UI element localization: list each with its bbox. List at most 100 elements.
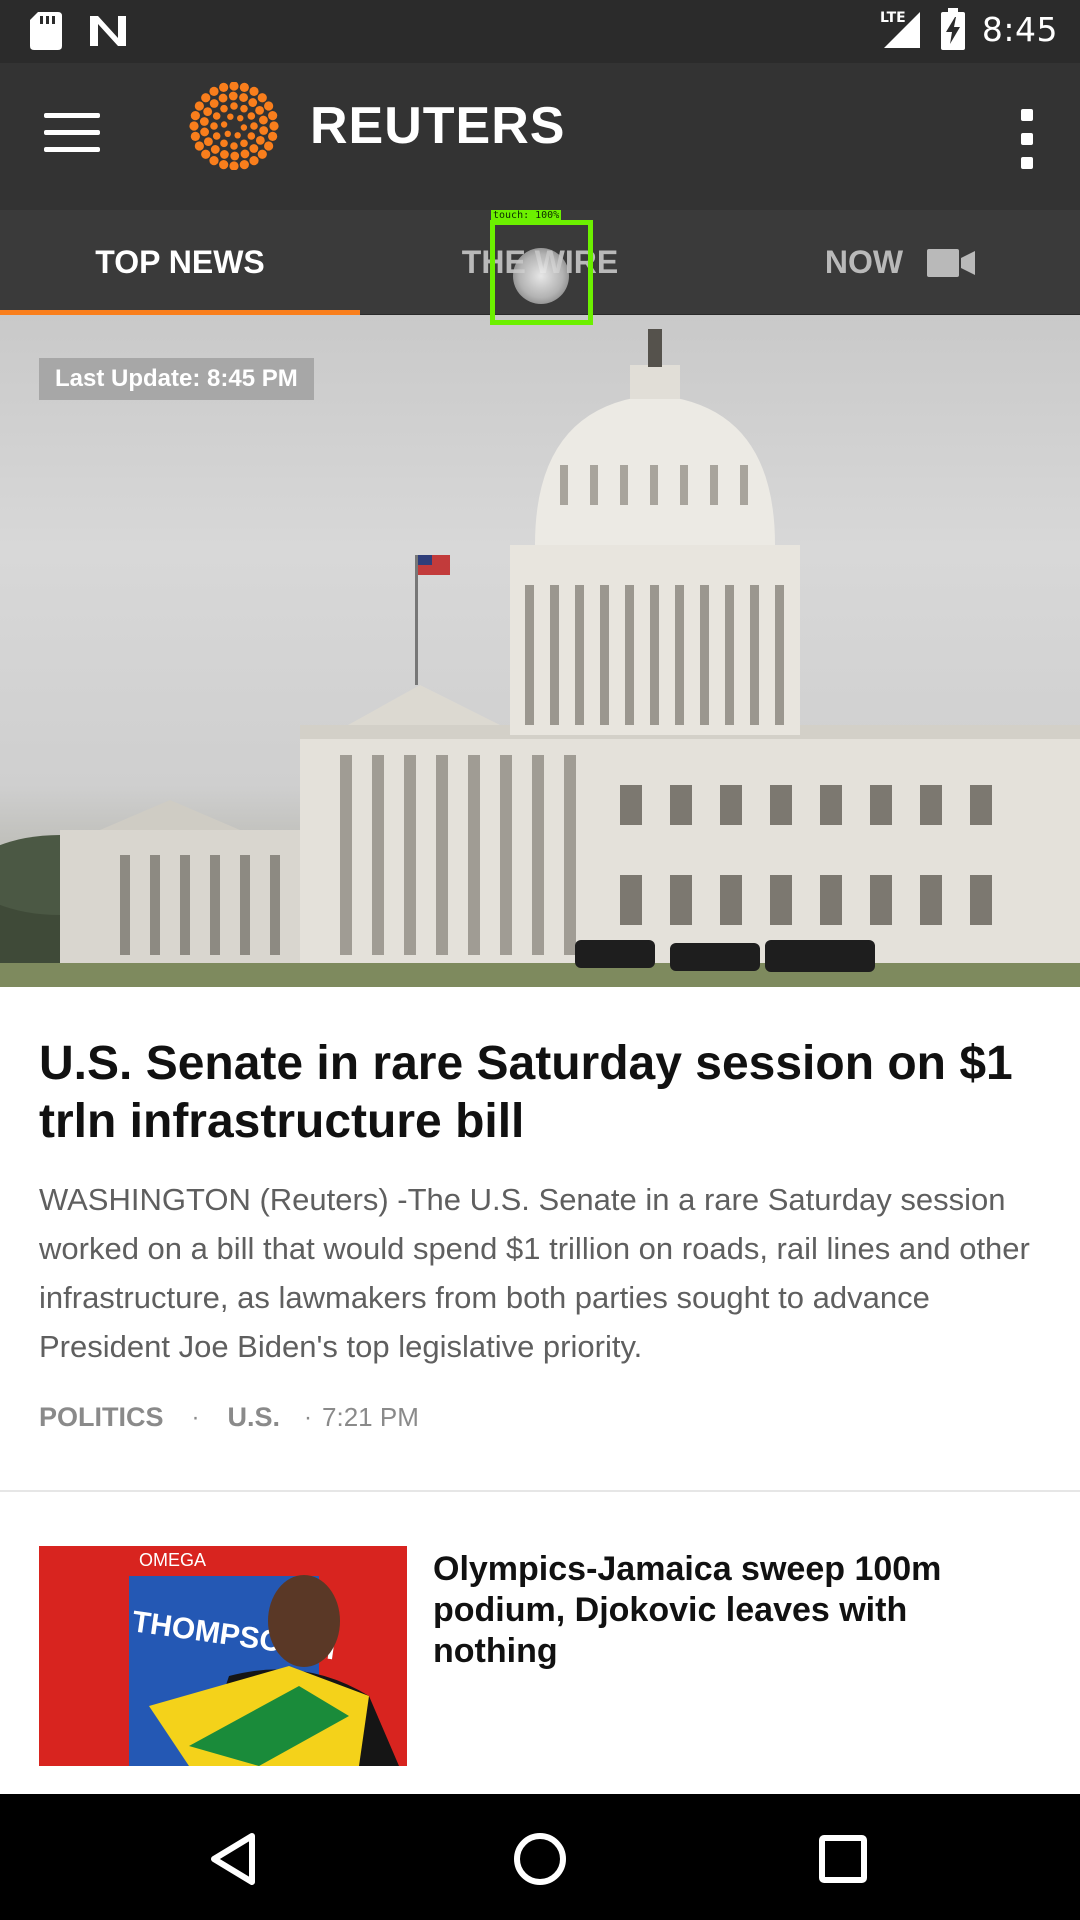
logo-dot	[250, 122, 258, 130]
logo-dot	[264, 101, 274, 111]
logo-dot	[239, 160, 249, 170]
tag-us[interactable]: U.S.	[228, 1402, 281, 1433]
logo-dot	[247, 132, 256, 140]
logo-dot	[219, 160, 229, 170]
logo-dot	[190, 131, 200, 141]
logo-dot	[234, 132, 241, 139]
reuters-logo	[189, 82, 279, 170]
logo-dot	[264, 141, 274, 151]
logo-dot	[268, 111, 278, 121]
logo-dot	[212, 132, 221, 140]
logo-dot	[240, 149, 250, 159]
logo-dot	[201, 93, 211, 103]
logo-dot	[190, 111, 200, 121]
logo-dot	[201, 149, 211, 159]
logo-dot	[259, 126, 269, 135]
meta-separator: ·	[191, 1403, 200, 1431]
lead-story-time: 7:21 PM	[322, 1402, 419, 1432]
logo-dot	[219, 82, 229, 92]
battery-charging-icon	[940, 8, 965, 50]
capitol-building-illustration	[0, 329, 1080, 987]
logo-dot	[210, 122, 218, 130]
logo-dot	[224, 130, 231, 138]
logo-dot	[228, 91, 238, 101]
tab-now[interactable]: NOW	[720, 210, 1080, 315]
n-notification-icon	[90, 16, 126, 46]
logo-dot	[259, 115, 268, 125]
status-bar: LTE 8:45	[0, 0, 1080, 63]
logo-dot	[230, 142, 238, 150]
video-camera-icon	[927, 248, 976, 277]
thumb-sponsor-text: OMEGA	[139, 1550, 206, 1570]
logo-dot	[239, 93, 248, 102]
system-nav-bar	[0, 1794, 1080, 1920]
logo-dot	[249, 86, 259, 96]
logo-dot	[218, 93, 228, 103]
home-icon[interactable]	[505, 1824, 575, 1894]
logo-dot	[194, 141, 204, 151]
logo-dot	[230, 102, 238, 110]
athlete-photo-illustration: THOMPSON-H OMEGA	[39, 1546, 407, 1766]
logo-dot	[247, 112, 256, 120]
lead-story-summary[interactable]: WASHINGTON (Reuters) -The U.S. Senate in…	[39, 1175, 1049, 1371]
second-story-thumbnail[interactable]: THOMPSON-H OMEGA	[39, 1546, 407, 1766]
logo-dot	[229, 161, 239, 170]
logo-dot	[220, 104, 228, 113]
logo-dot	[220, 121, 228, 128]
logo-dot	[239, 82, 249, 92]
logo-dot	[240, 104, 248, 113]
logo-dot	[194, 101, 204, 111]
brand[interactable]: REUTERS	[186, 81, 565, 171]
logo-dot	[199, 117, 209, 126]
logo-dot	[249, 144, 259, 153]
logo-dot	[189, 121, 199, 131]
lead-story-meta: POLITICS · U.S. · 7:21 PM	[39, 1402, 419, 1433]
logo-dot	[255, 105, 264, 115]
tab-top-news-label: TOP NEWS	[95, 244, 265, 280]
logo-dot	[209, 156, 219, 166]
logo-dot	[249, 156, 259, 166]
logo-dot	[220, 150, 229, 159]
app-bar: REUTERS	[0, 63, 1080, 210]
logo-dot	[257, 93, 267, 103]
logo-dot	[230, 151, 240, 161]
logo-dot	[240, 124, 248, 131]
second-story-title[interactable]: Olympics-Jamaica sweep 100m podium, Djok…	[433, 1549, 1033, 1672]
logo-dot	[210, 145, 220, 154]
tab-top-news[interactable]: TOP NEWS	[0, 210, 360, 315]
last-update-badge: Last Update: 8:45 PM	[39, 358, 314, 400]
logo-dot	[257, 149, 267, 159]
hero-image[interactable]: Last Update: 8:45 PM	[0, 315, 1080, 987]
article-divider	[0, 1490, 1080, 1492]
logo-dot	[200, 127, 209, 137]
logo-dot	[227, 113, 234, 120]
sd-card-icon	[30, 12, 62, 50]
logo-dot	[212, 112, 221, 120]
status-right: LTE 8:45	[880, 8, 1058, 50]
logo-dot	[229, 82, 239, 91]
hamburger-menu-icon[interactable]	[44, 113, 100, 157]
signal-icon: LTE	[880, 10, 920, 48]
meta-separator: ·	[304, 1403, 313, 1431]
back-icon[interactable]	[200, 1824, 270, 1894]
logo-dot	[240, 139, 248, 148]
logo-dot	[220, 139, 228, 148]
logo-dot	[204, 137, 213, 147]
overflow-menu-icon[interactable]	[1014, 109, 1040, 169]
status-left	[30, 12, 128, 50]
lead-story-title[interactable]: U.S. Senate in rare Saturday session on …	[39, 1035, 1039, 1151]
touch-point	[513, 248, 569, 304]
tag-politics[interactable]: POLITICS	[39, 1402, 164, 1433]
network-label: LTE	[880, 10, 906, 26]
tab-now-label: NOW	[824, 244, 904, 280]
logo-dot	[255, 135, 265, 145]
logo-dot	[268, 131, 278, 141]
logo-dot	[248, 98, 258, 107]
logo-dot	[237, 114, 244, 122]
logo-dot	[269, 121, 279, 131]
logo-dot	[203, 107, 213, 117]
logo-dot	[209, 99, 219, 108]
recents-icon[interactable]	[808, 1824, 878, 1894]
logo-dot	[209, 86, 219, 96]
clock: 8:45	[981, 9, 1058, 49]
